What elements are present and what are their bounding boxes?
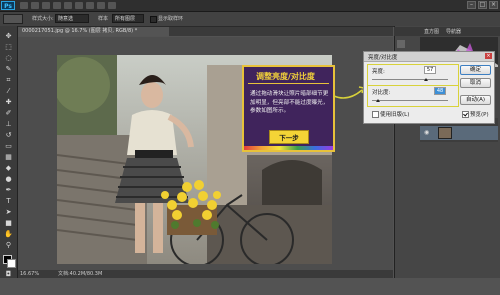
blur-tool-icon[interactable]: ◆ (4, 164, 13, 172)
brightness-contrast-dialog: 亮度/对比度 × 亮度: 57 对比度: 48 使用旧版(L) 确定 取消 自动… (363, 51, 495, 124)
dialog-title: 亮度/对比度 (368, 55, 398, 61)
background-color-swatch[interactable] (7, 259, 16, 268)
contrast-slider-thumb[interactable] (376, 99, 380, 102)
minimize-icon[interactable]: – (467, 1, 476, 9)
auto-button[interactable]: 自动(A) (460, 95, 491, 105)
brightness-input[interactable]: 57 (424, 66, 436, 74)
tab-navigator[interactable]: 导航器 (446, 28, 461, 35)
menu-item[interactable] (42, 2, 50, 9)
sample-size-label: 样式大小: (32, 16, 54, 22)
window-controls: – □ × (465, 1, 498, 9)
menu-item[interactable] (31, 2, 39, 9)
photoshop-logo: Ps (1, 1, 15, 10)
menu-item[interactable] (53, 2, 61, 9)
dodge-tool-icon[interactable]: ● (4, 175, 13, 183)
lasso-tool-icon[interactable]: ◌ (4, 54, 13, 62)
menu-item[interactable] (20, 2, 28, 9)
tutorial-color-stripe (244, 146, 333, 150)
preview-checkbox[interactable] (462, 111, 469, 118)
show-sampling-ring-label: 显示取样环 (158, 16, 184, 22)
menu-bar: Ps – □ × (0, 0, 500, 12)
zoom-tool-icon[interactable]: ⚲ (4, 241, 13, 249)
bottom-strip (0, 278, 500, 295)
sample-size-select[interactable]: 随意选 (55, 14, 89, 23)
path-selection-tool-icon[interactable]: ➤ (4, 208, 13, 216)
contrast-slider-track[interactable] (372, 100, 448, 101)
document-tab[interactable]: 0000217051.jpg @ 16.7% (图层 拷贝, RGB/8) * (19, 27, 169, 36)
contrast-label: 对比度: (372, 90, 391, 96)
tab-histogram[interactable]: 直方图 (424, 28, 439, 35)
history-brush-tool-icon[interactable]: ↺ (4, 131, 13, 139)
callout-arrow-icon (333, 86, 366, 99)
crop-tool-icon[interactable]: ⌗ (4, 76, 13, 84)
use-legacy-label: 使用旧版(L) (380, 112, 410, 118)
tutorial-title: 调整亮度/对比度 (256, 72, 315, 81)
quick-select-tool-icon[interactable]: ✎ (4, 65, 13, 73)
sample-layers-select[interactable]: 所有图层 (112, 14, 144, 23)
menu-item[interactable] (97, 2, 105, 9)
brush-tool-icon[interactable]: ✐ (4, 109, 13, 117)
layer-thumbnail (438, 127, 452, 139)
eraser-tool-icon[interactable]: ▭ (4, 142, 13, 150)
maximize-icon[interactable]: □ (478, 1, 487, 9)
panel-icon[interactable] (397, 40, 405, 48)
hand-tool-icon[interactable]: ✋ (4, 230, 13, 238)
move-tool-icon[interactable]: ✥ (4, 32, 13, 40)
layer-row[interactable] (420, 126, 498, 140)
menu-item[interactable] (108, 2, 116, 9)
tool-preset-picker[interactable] (3, 14, 23, 24)
use-legacy-checkbox[interactable] (372, 111, 379, 118)
brightness-slider-thumb[interactable] (424, 78, 428, 81)
show-sampling-ring-checkbox[interactable] (150, 16, 157, 23)
document-size: 文档:40.2M/80.3M (58, 271, 103, 277)
dialog-titlebar[interactable]: 亮度/对比度 × (364, 52, 494, 62)
menu-item[interactable] (64, 2, 72, 9)
zoom-level[interactable]: 16.67% (20, 270, 39, 278)
brightness-slider-track[interactable] (372, 79, 448, 80)
brightness-label: 亮度: (372, 69, 385, 75)
menu-item[interactable] (75, 2, 83, 9)
eyedropper-tool-icon[interactable]: ⁄ (4, 87, 13, 95)
pen-tool-icon[interactable]: ✒ (4, 186, 13, 194)
tutorial-panel: 调整亮度/对比度 通过拖动滑块让照片暗部细节更加明显，但亮部不能过度曝光，参数如… (242, 65, 335, 152)
sample-label: 样本 (98, 16, 109, 22)
eye-icon[interactable]: ◉ (424, 130, 430, 136)
ok-button[interactable]: 确定 (460, 65, 491, 75)
clone-stamp-tool-icon[interactable]: ⊥ (4, 120, 13, 128)
options-bar: 样式大小: 随意选 样本 所有图层 显示取样环 (0, 12, 500, 27)
marquee-tool-icon[interactable]: ⬚ (4, 43, 13, 51)
close-icon[interactable]: × (489, 1, 498, 9)
healing-brush-tool-icon[interactable]: ✚ (4, 98, 13, 106)
shape-tool-icon[interactable]: ■ (4, 219, 13, 227)
close-icon[interactable]: × (485, 53, 492, 59)
cancel-button[interactable]: 取消 (460, 78, 491, 88)
tools-panel: ✥ ⬚ ◌ ✎ ⌗ ⁄ ✚ ✐ ⊥ ↺ ▭ ▦ ◆ ● ✒ T ➤ ■ ✋ ⚲ … (0, 26, 18, 286)
quick-mask-icon[interactable]: ◘ (4, 270, 13, 278)
gradient-tool-icon[interactable]: ▦ (4, 153, 13, 161)
menu-item[interactable] (86, 2, 94, 9)
tutorial-text: 通过拖动滑块让照片暗部细节更加明显，但亮部不能过度曝光，参数如图所示。 (250, 91, 329, 114)
type-tool-icon[interactable]: T (4, 197, 13, 205)
preview-label: 预览(P) (470, 112, 489, 118)
contrast-input[interactable]: 48 (434, 87, 446, 95)
next-step-button[interactable]: 下一步 (269, 130, 309, 144)
tutorial-divider (248, 83, 329, 84)
status-bar: 16.67% 文档:40.2M/80.3M (18, 270, 393, 278)
